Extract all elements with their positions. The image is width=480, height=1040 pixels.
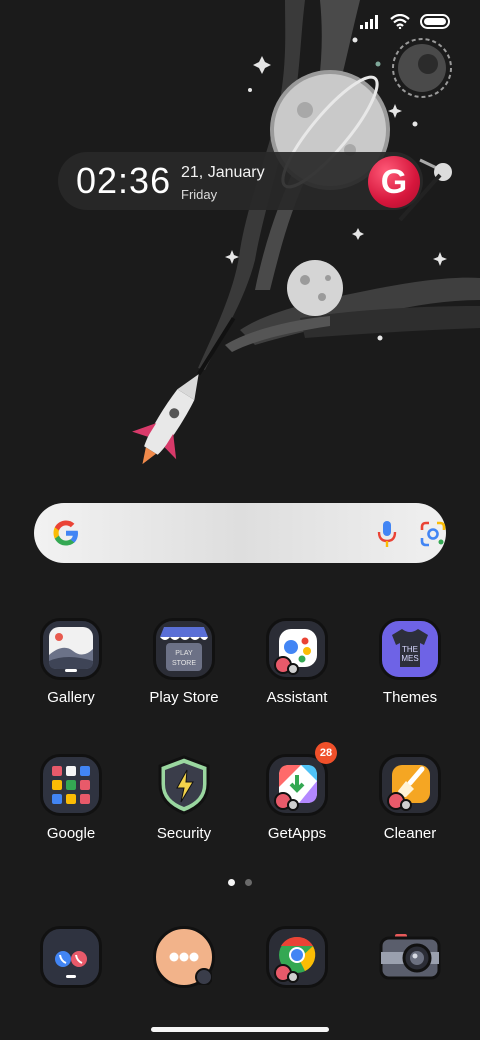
app-security[interactable]: Security [134, 754, 234, 842]
app-getapps[interactable]: 28 GetApps [247, 742, 347, 842]
home-gesture-bar[interactable] [151, 1027, 329, 1032]
dock-phone[interactable] [21, 926, 121, 988]
camera-icon [379, 926, 441, 988]
app-play-store[interactable]: PLAY STORE Play Store [134, 618, 234, 706]
page-dot[interactable] [245, 879, 252, 886]
page-dot-active[interactable] [228, 879, 235, 886]
app-label: Security [156, 825, 212, 842]
cellular-signal-icon [360, 14, 378, 29]
app-assistant[interactable]: Assistant [247, 618, 347, 706]
gallery-icon [40, 618, 102, 680]
phone-icon [40, 926, 102, 988]
notification-badge: 28 [315, 742, 337, 764]
google-search-bar[interactable] [34, 503, 446, 563]
clock-day: Friday [181, 187, 218, 202]
app-label: Google [46, 825, 96, 842]
chrome-icon [266, 926, 328, 988]
microphone-icon[interactable] [376, 520, 398, 548]
app-label: Themes [382, 689, 438, 706]
app-label: Assistant [266, 689, 328, 706]
page-indicator[interactable] [228, 879, 252, 886]
dock-camera[interactable] [360, 926, 460, 988]
svg-text:PLAY: PLAY [175, 650, 193, 657]
clock-time[interactable]: 02:36 [76, 160, 171, 202]
dock-chrome[interactable] [247, 926, 347, 988]
play-store-icon: PLAY STORE [153, 618, 215, 680]
app-google-folder[interactable]: Google [21, 754, 121, 842]
wifi-icon [390, 14, 410, 29]
avatar-letter: G [380, 162, 408, 201]
messages-icon [153, 926, 215, 988]
dock-messages[interactable] [134, 926, 234, 988]
clock-widget[interactable]: 02:36 21, January Friday G [58, 152, 423, 210]
app-gallery[interactable]: Gallery [21, 618, 121, 706]
cleaner-icon [379, 754, 441, 816]
security-icon [153, 754, 215, 816]
clock-date[interactable]: 21, January [181, 164, 265, 182]
app-cleaner[interactable]: Cleaner [360, 754, 460, 842]
svg-text:THE: THE [402, 645, 418, 654]
google-g-icon [53, 520, 78, 546]
svg-text:STORE: STORE [172, 660, 196, 667]
assistant-icon [266, 618, 328, 680]
app-label: Gallery [47, 689, 95, 706]
getapps-icon: 28 [266, 742, 337, 816]
app-label: Cleaner [383, 825, 437, 842]
google-folder-icon [40, 754, 102, 816]
app-label: Play Store [149, 689, 219, 706]
account-avatar[interactable]: G [368, 156, 420, 208]
google-lens-icon[interactable] [420, 521, 446, 547]
themes-icon: THE MES [379, 618, 441, 680]
app-themes[interactable]: THE MES Themes [360, 618, 460, 706]
app-label: GetApps [267, 825, 327, 842]
battery-icon [420, 14, 450, 29]
svg-text:MES: MES [401, 654, 418, 663]
status-bar [360, 14, 450, 29]
